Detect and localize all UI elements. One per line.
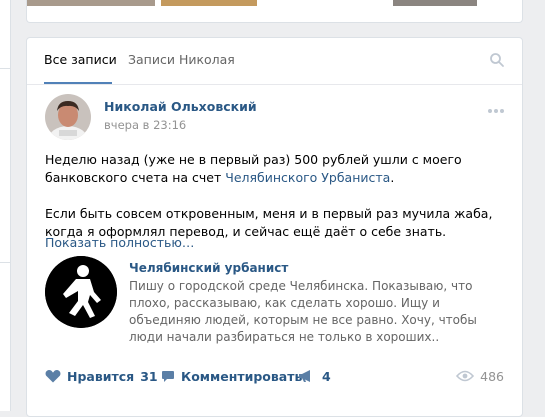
post-paragraph: Неделю назад (уже не в первый раз) 500 р…: [45, 151, 505, 187]
post-author-name[interactable]: Николай Ольховский: [104, 99, 257, 114]
sidebar-divider: [0, 68, 11, 69]
comment-button[interactable]: Комментировать: [161, 361, 302, 391]
avatar[interactable]: [45, 94, 91, 140]
post-text: Неделю назад (уже не в первый раз) 500 р…: [45, 151, 505, 241]
like-button[interactable]: Нравится 31: [45, 361, 158, 391]
wall-card: Все записи Записи Николая Николай Ольхов…: [26, 37, 523, 417]
active-tab-indicator: [44, 82, 112, 84]
photo-thumbnail[interactable]: [27, 0, 155, 6]
comment-label: Комментировать: [181, 368, 303, 384]
show-more-link[interactable]: Показать полностью…: [45, 235, 194, 250]
left-sidebar-panel: [0, 0, 11, 411]
heart-icon: [45, 370, 61, 383]
sidebar-divider: [0, 262, 11, 263]
post-date[interactable]: вчера в 23:16: [104, 118, 186, 132]
photo-thumbnail[interactable]: [393, 0, 477, 6]
group-logo[interactable]: [45, 256, 117, 328]
views-count: 486: [480, 368, 504, 384]
megaphone-icon: [299, 370, 310, 382]
mention-link[interactable]: Челябинского Урбаниста: [225, 170, 390, 185]
like-count: 31: [140, 368, 158, 384]
like-label: Нравится: [67, 368, 135, 384]
share-button[interactable]: 4: [298, 361, 331, 391]
more-horizontal-icon[interactable]: [487, 108, 505, 114]
photo-thumbnail[interactable]: [161, 0, 257, 6]
eye-icon: [456, 370, 475, 382]
views-counter: 486: [456, 361, 504, 391]
post-actions-bar: Нравится 31 Комментировать 4 486: [27, 361, 522, 391]
tab-all-posts[interactable]: Все записи: [44, 52, 117, 68]
attached-group-description: Пишу о городской среде Челябинска. Показ…: [129, 279, 477, 344]
comment-icon: [162, 370, 174, 382]
post-text-fragment: .: [390, 170, 395, 185]
photos-strip: [26, 0, 523, 23]
attached-group-name[interactable]: Челябинский урбанист: [129, 261, 288, 275]
share-count: 4: [322, 368, 331, 384]
wall-tabs: Все записи Записи Николая: [27, 38, 522, 85]
search-icon[interactable]: [489, 52, 505, 68]
tab-owner-posts[interactable]: Записи Николая: [128, 52, 235, 68]
